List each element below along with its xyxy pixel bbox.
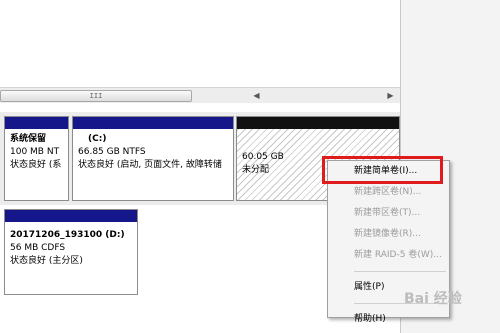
volume-status: 状态良好 (主分区) bbox=[10, 256, 83, 266]
scrollbar-thumb[interactable]: III bbox=[0, 90, 192, 102]
menu-separator bbox=[354, 271, 446, 272]
partition-c-drive[interactable]: (C:) 66.85 GB NTFS 状态良好 (启动, 页面文件, 故障转储 bbox=[72, 116, 234, 201]
partition-name: (C:) bbox=[88, 134, 107, 144]
partition-bar bbox=[73, 117, 233, 129]
menu-item-new-raid5-volume: 新建 RAID-5 卷(W)... bbox=[354, 250, 442, 260]
volume-size: 56 MB CDFS bbox=[10, 243, 66, 253]
partition-bar bbox=[5, 210, 137, 222]
partition-status: 状态良好 (系 bbox=[10, 160, 62, 170]
partition-name: 系统保留 bbox=[10, 134, 47, 144]
menu-item-new-mirrored-volume: 新建镜像卷(R)... bbox=[354, 229, 421, 239]
menu-item-help[interactable]: 帮助(H) bbox=[328, 309, 449, 330]
scroll-left-arrow-icon[interactable]: ◀ bbox=[250, 89, 263, 102]
scroll-right-arrow-icon[interactable]: ▶ bbox=[384, 89, 397, 102]
partition-status: 状态良好 (启动, 页面文件, 故障转储 bbox=[78, 160, 222, 170]
partition-system-reserved[interactable]: 系统保留 100 MB NT 状态良好 (系 bbox=[4, 116, 69, 201]
partition-size: 66.85 GB NTFS bbox=[78, 147, 146, 157]
menu-item-new-spanned-volume: 新建跨区卷(N)... bbox=[354, 187, 422, 197]
menu-item-new-striped-volume: 新建带区卷(T)... bbox=[354, 208, 421, 218]
horizontal-scrollbar[interactable]: III ◀ ▶ bbox=[0, 87, 400, 104]
partition-bar bbox=[5, 117, 68, 129]
partition-size: 100 MB NT bbox=[10, 147, 60, 157]
red-highlight-box bbox=[322, 156, 443, 184]
partition-bar bbox=[237, 117, 399, 129]
baidu-jingyan-watermark: Bai 经验 bbox=[404, 291, 462, 307]
volume-cdrom-d[interactable]: 20171206_193100 (D:) 56 MB CDFS 状态良好 (主分… bbox=[4, 209, 138, 295]
volume-name: 20171206_193100 (D:) bbox=[10, 230, 125, 240]
